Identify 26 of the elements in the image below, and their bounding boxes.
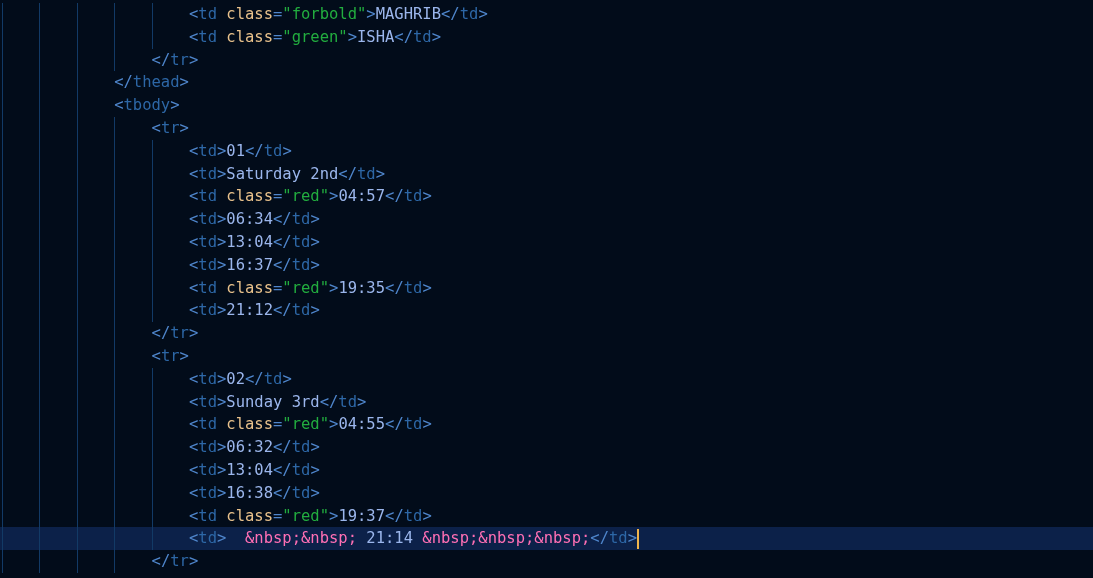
code-line: <tr> [151, 118, 189, 139]
code-line: <td>06:34</td> [189, 209, 320, 231]
code-line: <td class="green">ISHA</td> [189, 26, 442, 48]
code-line: </tr> [151, 49, 199, 71]
code-line: <td>16:38</td> [189, 482, 320, 504]
code-line: </thead> [114, 72, 189, 94]
code-line: <tbody> [114, 95, 180, 117]
code-line: <td class="red">19:35</td> [189, 277, 432, 299]
code-line: <td>13:04</td> [189, 231, 320, 253]
code-line: <td>Sunday 3rd</td> [189, 391, 367, 413]
code-line: <td class="red">04:57</td> [189, 186, 432, 208]
code-line: </tr> [151, 551, 199, 573]
code-line: <td>02</td> [189, 368, 292, 390]
code-line: <td>13:04</td> [189, 459, 320, 481]
code-line: <td>01</td> [189, 140, 292, 162]
code-line: <td class="forbold">MAGHRIB</td> [189, 4, 488, 25]
code-line: <tr> [151, 345, 189, 367]
code-line: <td class="red">04:55</td> [189, 414, 432, 436]
code-line: <td>21:12</td> [189, 300, 320, 322]
code-line: <td> &nbsp;&nbsp; 21:14 &nbsp;&nbsp;&nbsp;</td> [189, 528, 637, 550]
code-line: </tr> [151, 323, 199, 345]
text-cursor [637, 528, 639, 549]
code-line: <td class="red">19:37</td> [189, 505, 432, 527]
code-line: <td>16:37</td> [189, 254, 320, 276]
code-line: <td>06:32</td> [189, 437, 320, 459]
code-line: <td>Saturday 2nd</td> [189, 163, 386, 185]
